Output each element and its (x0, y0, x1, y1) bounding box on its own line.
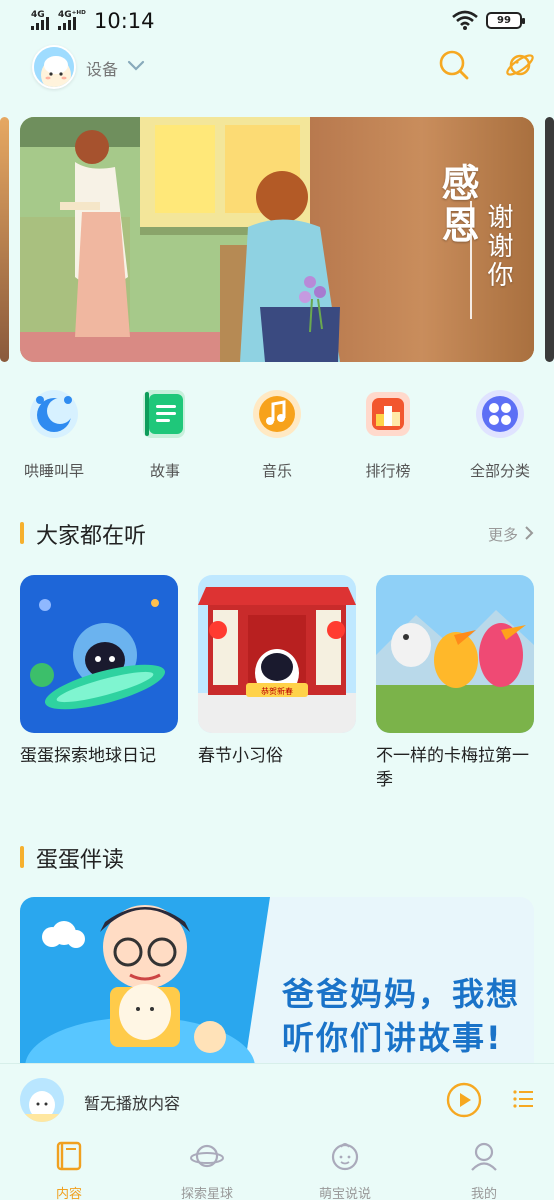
tab-content[interactable]: 内容 (14, 1139, 124, 1200)
reading-headline-line1: 爸爸妈妈，我想 (282, 975, 521, 1013)
signal-icon (58, 17, 76, 30)
banner-divider (470, 201, 472, 319)
banner-title: 感恩 (435, 163, 480, 247)
carousel-next-peek[interactable] (545, 117, 554, 362)
device-avatar[interactable] (32, 45, 76, 89)
player-thumbnail[interactable] (20, 1078, 64, 1122)
album-title[interactable]: 春节小习俗 (198, 744, 360, 768)
album-card-spring-festival[interactable]: 恭贺新春 (198, 575, 356, 733)
tab-label: 内容 (55, 1187, 82, 1200)
category-label: 故事 (149, 462, 180, 480)
mini-player: 暂无播放内容 (0, 1063, 554, 1135)
album-cover (20, 575, 178, 733)
category-music[interactable]: 音乐 (227, 388, 327, 481)
category-all[interactable]: 全部分类 (450, 388, 550, 481)
chevron-down-icon[interactable] (124, 53, 148, 77)
user-icon (471, 1142, 497, 1171)
album-cover: 恭贺新春 (198, 575, 356, 733)
reading-banner[interactable]: 爸爸妈妈，我想 听你们讲故事! (20, 897, 534, 1063)
category-ranking[interactable]: 排行榜 (338, 388, 438, 481)
section-title-popular: 大家都在听 (36, 524, 147, 549)
tab-mine[interactable]: 我的 (429, 1139, 539, 1200)
music-note-icon (253, 390, 301, 438)
category-label: 排行榜 (365, 462, 411, 480)
playlist-icon[interactable] (512, 1088, 534, 1110)
category-label: 音乐 (261, 462, 292, 480)
badge-text: 恭贺新春 (261, 686, 293, 696)
now-playing-text: 暂无播放内容 (84, 1094, 181, 1113)
album-cover (376, 575, 534, 733)
egg-mascot-icon (20, 1078, 64, 1122)
category-label: 哄睡叫早 (23, 462, 84, 480)
tab-baby-talk[interactable]: 萌宝说说 (290, 1139, 400, 1200)
bottom-tab-bar: 内容 探索星球 萌宝说说 我的 (0, 1135, 554, 1200)
planet-icon[interactable] (503, 48, 537, 82)
book-icon (143, 390, 185, 438)
signal-icon (31, 17, 49, 30)
album-title[interactable]: 不一样的卡梅拉第一季 (376, 744, 538, 792)
grid-icon (476, 390, 524, 438)
baby-face-icon (331, 1143, 359, 1171)
book-icon (56, 1141, 82, 1171)
search-icon[interactable] (437, 48, 471, 82)
chevron-right-icon[interactable] (522, 524, 536, 542)
podium-icon (366, 392, 410, 436)
device-selector-label[interactable]: 设备 (86, 56, 118, 80)
hero-banner[interactable]: 感恩 谢谢你 (20, 117, 534, 362)
reading-headline-line2: 听你们讲故事! (282, 1019, 503, 1057)
category-label: 全部分类 (469, 462, 530, 480)
section-marker (20, 846, 24, 868)
tab-label: 我的 (470, 1187, 497, 1200)
carousel-prev-peek[interactable] (0, 117, 9, 362)
play-icon[interactable] (446, 1082, 482, 1118)
status-bar: 4G 4G⁺ᴴᴰ 10:14 99 (0, 0, 554, 44)
clock: 10:14 (94, 9, 155, 33)
category-lullaby[interactable]: 哄睡叫早 (4, 388, 104, 481)
album-card-camilla[interactable] (376, 575, 534, 733)
wifi-icon (452, 10, 478, 30)
battery-indicator: 99 (486, 12, 525, 29)
more-link[interactable]: 更多 (488, 524, 518, 545)
tab-explore-planet[interactable]: 探索星球 (152, 1139, 262, 1200)
banner-subtitle: 谢谢你 (483, 203, 513, 290)
album-title[interactable]: 蛋蛋探索地球日记 (20, 744, 182, 768)
album-card-egg-explore[interactable] (20, 575, 178, 733)
moon-clock-icon (30, 390, 78, 438)
section-title-reading: 蛋蛋伴读 (36, 848, 125, 873)
tab-label: 探索星球 (180, 1187, 233, 1200)
tab-label: 萌宝说说 (318, 1187, 371, 1200)
section-marker (20, 522, 24, 544)
egg-mascot-icon (34, 47, 74, 87)
category-story[interactable]: 故事 (115, 388, 215, 481)
planet-icon (190, 1144, 224, 1168)
